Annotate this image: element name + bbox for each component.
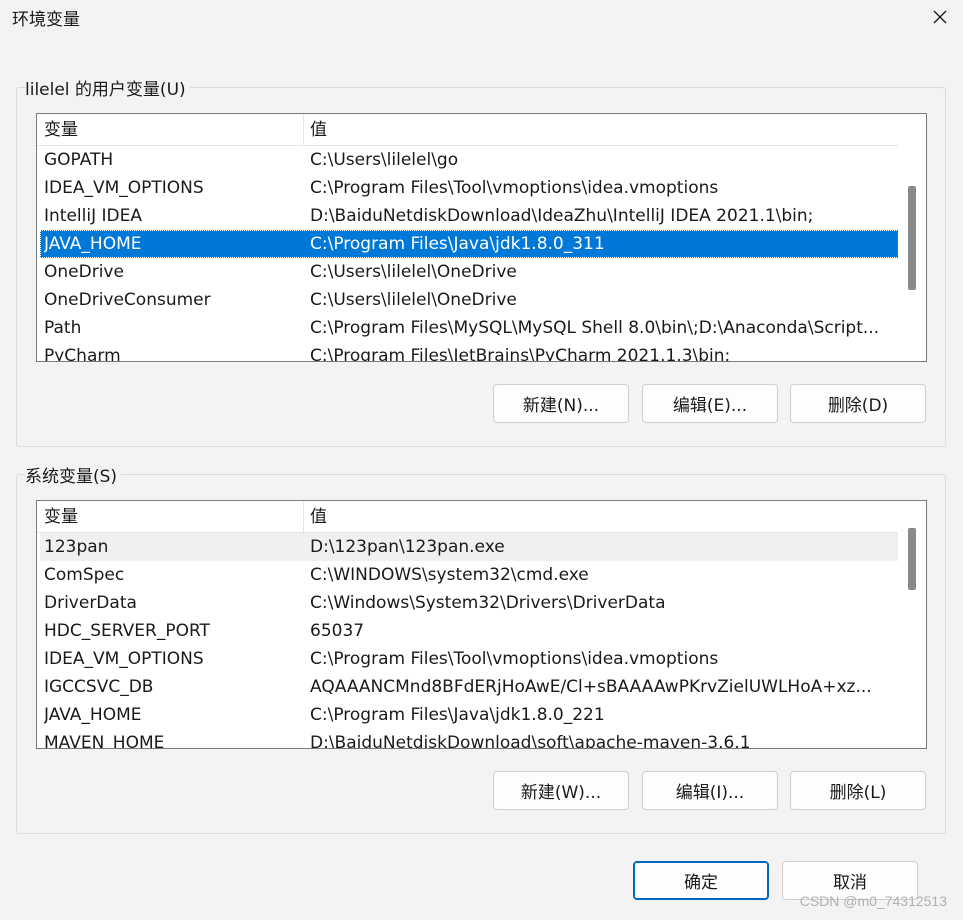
table-row[interactable]: PyCharm C:\Program Files\JetBrains\PyCha… xyxy=(40,342,899,362)
var-value: C:\Program Files\JetBrains\PyCharm 2021.… xyxy=(310,346,731,362)
table-row[interactable]: IGCCSVC_DB AQAAANCMnd8BFdERjHoAwE/Cl+sBA… xyxy=(40,673,899,701)
var-value: C:\Program Files\Tool\vmoptions\idea.vmo… xyxy=(310,649,719,669)
scroll-thumb[interactable] xyxy=(908,186,916,290)
var-name: MAVEN_HOME xyxy=(44,733,165,749)
var-value: 65037 xyxy=(310,621,365,641)
system-vars-label: 系统变量(S) xyxy=(25,462,122,487)
var-value: D:\123pan\123pan.exe xyxy=(310,537,505,557)
var-value: C:\Windows\System32\Drivers\DriverData xyxy=(310,593,666,613)
system-delete-button[interactable]: 删除(L) xyxy=(790,771,926,810)
window-title: 环境变量 xyxy=(12,10,80,30)
var-value: D:\BaiduNetdiskDownload\soft\apache-mave… xyxy=(310,733,751,749)
table-row[interactable]: JAVA_HOME C:\Program Files\Java\jdk1.8.0… xyxy=(40,701,899,729)
var-name: 123pan xyxy=(44,537,109,557)
var-name: PyCharm xyxy=(44,346,121,362)
table-row[interactable]: IDEA_VM_OPTIONS C:\Program Files\Tool\vm… xyxy=(40,645,899,673)
var-value: C:\Program Files\Java\jdk1.8.0_311 xyxy=(310,234,605,254)
close-icon xyxy=(933,10,947,24)
system-edit-button[interactable]: 编辑(I)... xyxy=(642,771,778,810)
table-row[interactable]: OneDriveConsumer C:\Users\lilelel\OneDri… xyxy=(40,286,899,314)
user-edit-button[interactable]: 编辑(E)... xyxy=(642,384,778,423)
close-button[interactable] xyxy=(917,0,963,34)
column-header-name[interactable]: 变量 xyxy=(44,501,78,533)
var-value: C:\Program Files\Java\jdk1.8.0_221 xyxy=(310,705,605,725)
var-name: ComSpec xyxy=(44,565,125,585)
var-name: OneDrive xyxy=(44,262,124,282)
system-vars-body: 123pan D:\123pan\123pan.exe ComSpec C:\W… xyxy=(37,533,899,749)
user-delete-button[interactable]: 删除(D) xyxy=(790,384,926,423)
user-vars-label: lilelel 的用户变量(U) xyxy=(25,75,190,100)
system-vars-header: 变量 值 xyxy=(37,501,899,533)
system-vars-list[interactable]: 变量 值 123pan D:\123pan\123pan.exe ComSpec… xyxy=(36,500,927,749)
var-name: Path xyxy=(44,318,82,338)
system-new-button[interactable]: 新建(W)... xyxy=(493,771,629,810)
table-row[interactable]: 123pan D:\123pan\123pan.exe xyxy=(40,533,899,561)
var-name: IDEA_VM_OPTIONS xyxy=(44,649,204,669)
watermark: CSDN @m0_74312513 xyxy=(799,893,947,909)
column-header-name[interactable]: 变量 xyxy=(44,114,78,146)
table-row[interactable]: MAVEN_HOME D:\BaiduNetdiskDownload\soft\… xyxy=(40,729,899,749)
var-name: JAVA_HOME xyxy=(44,234,142,254)
var-value: D:\BaiduNetdiskDownload\IdeaZhu\IntelliJ… xyxy=(310,206,814,226)
var-value: C:\Program Files\MySQL\MySQL Shell 8.0\b… xyxy=(310,318,880,338)
table-row[interactable]: GOPATH C:\Users\lilelel\go xyxy=(40,146,899,174)
var-name: GOPATH xyxy=(44,150,114,170)
var-value: C:\WINDOWS\system32\cmd.exe xyxy=(310,565,589,585)
var-name: OneDriveConsumer xyxy=(44,290,211,310)
var-value: C:\Users\lilelel\go xyxy=(310,150,459,170)
ok-button[interactable]: 确定 xyxy=(633,861,769,900)
user-vars-header: 变量 值 xyxy=(37,114,899,146)
title-bar: 环境变量 xyxy=(0,0,963,38)
table-row[interactable]: IDEA_VM_OPTIONS C:\Program Files\Tool\vm… xyxy=(40,174,899,202)
table-row[interactable]: IntelliJ IDEA D:\BaiduNetdiskDownload\Id… xyxy=(40,202,899,230)
table-row[interactable]: DriverData C:\Windows\System32\Drivers\D… xyxy=(40,589,899,617)
var-name: IGCCSVC_DB xyxy=(44,677,154,697)
system-vars-scrollbar[interactable] xyxy=(898,501,926,748)
var-name: DriverData xyxy=(44,593,137,613)
table-row-selected[interactable]: JAVA_HOME C:\Program Files\Java\jdk1.8.0… xyxy=(40,230,899,258)
scroll-thumb[interactable] xyxy=(908,528,916,590)
var-value: C:\Users\lilelel\OneDrive xyxy=(310,290,517,310)
column-separator[interactable] xyxy=(303,501,304,533)
var-name: JAVA_HOME xyxy=(44,705,142,725)
var-name: IntelliJ IDEA xyxy=(44,206,142,226)
var-value: AQAAANCMnd8BFdERjHoAwE/Cl+sBAAAAwPKrvZie… xyxy=(310,677,872,697)
table-row[interactable]: ComSpec C:\WINDOWS\system32\cmd.exe xyxy=(40,561,899,589)
column-separator[interactable] xyxy=(303,114,304,146)
column-header-value[interactable]: 值 xyxy=(310,501,327,533)
user-vars-body: GOPATH C:\Users\lilelel\go IDEA_VM_OPTIO… xyxy=(37,146,899,362)
column-header-value[interactable]: 值 xyxy=(310,114,327,146)
var-value: C:\Users\lilelel\OneDrive xyxy=(310,262,517,282)
user-new-button[interactable]: 新建(N)... xyxy=(493,384,629,423)
var-name: HDC_SERVER_PORT xyxy=(44,621,210,641)
table-row[interactable]: HDC_SERVER_PORT 65037 xyxy=(40,617,899,645)
user-vars-list[interactable]: 变量 值 GOPATH C:\Users\lilelel\go IDEA_VM_… xyxy=(36,113,927,362)
table-row[interactable]: Path C:\Program Files\MySQL\MySQL Shell … xyxy=(40,314,899,342)
var-name: IDEA_VM_OPTIONS xyxy=(44,178,204,198)
var-value: C:\Program Files\Tool\vmoptions\idea.vmo… xyxy=(310,178,719,198)
table-row[interactable]: OneDrive C:\Users\lilelel\OneDrive xyxy=(40,258,899,286)
user-vars-scrollbar[interactable] xyxy=(898,114,926,361)
